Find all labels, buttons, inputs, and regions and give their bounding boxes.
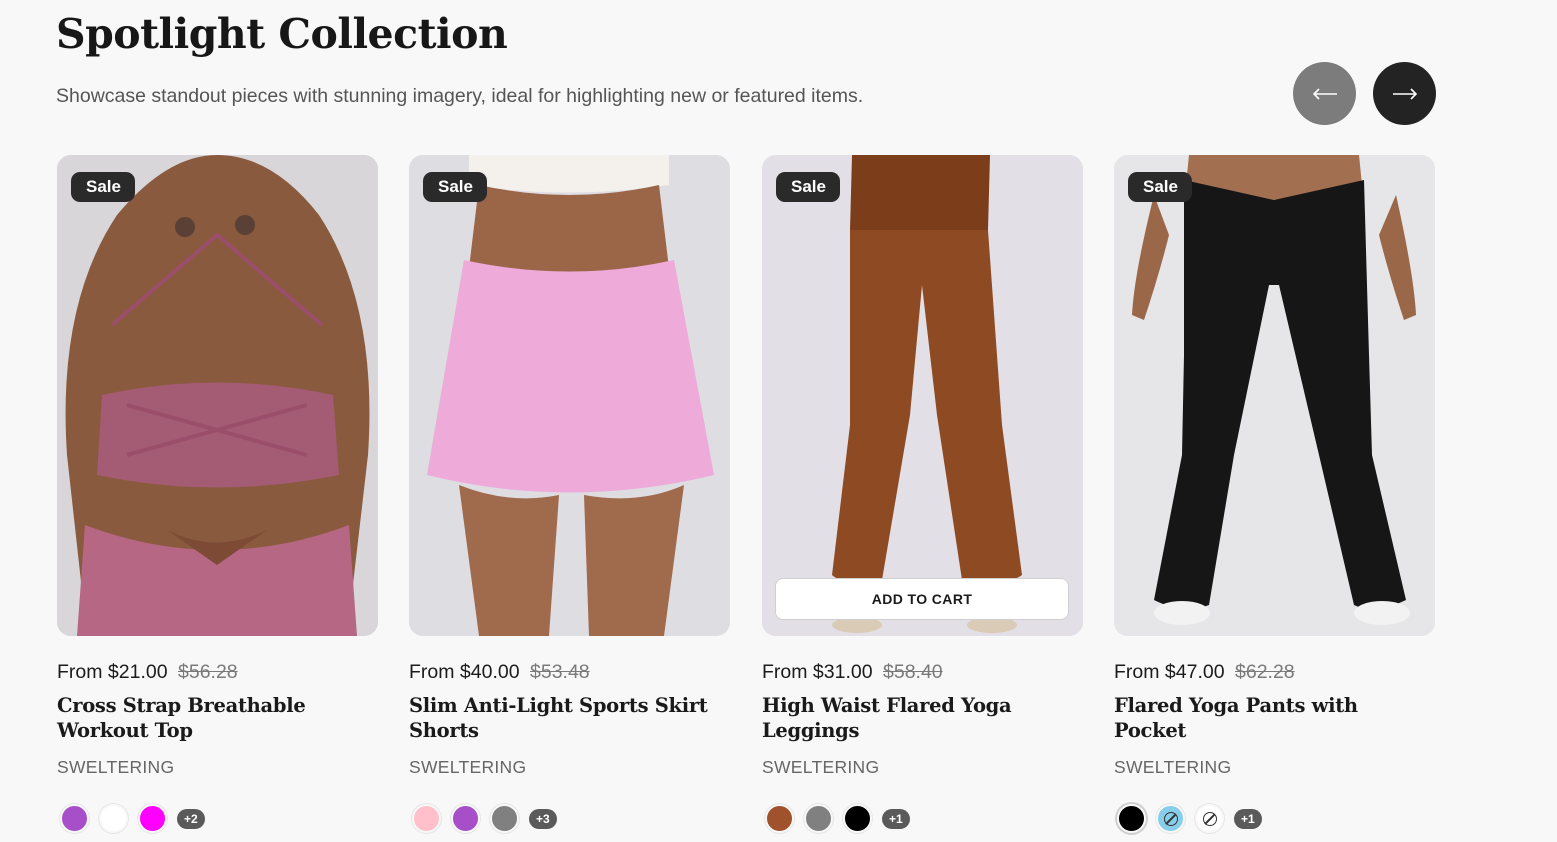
product-vendor: SWELTERING bbox=[409, 757, 527, 777]
section-title: Spotlight Collection bbox=[56, 10, 508, 58]
color-swatch[interactable] bbox=[1156, 804, 1185, 833]
color-swatch[interactable] bbox=[1195, 804, 1224, 833]
sale-badge: Sale bbox=[423, 172, 487, 202]
color-swatches: +1 bbox=[762, 804, 1083, 833]
product-card[interactable]: Sale From $40.00 $53.48 Slim Anti-Light … bbox=[409, 155, 730, 833]
sale-badge: Sale bbox=[71, 172, 135, 202]
color-swatches: +2 bbox=[57, 804, 378, 833]
product-card[interactable]: Sale From $47.00 $62.28 Flared Yoga Pant… bbox=[1114, 155, 1435, 833]
product-title[interactable]: Cross Strap Breathable Workout Top bbox=[57, 693, 378, 743]
product-vendor: SWELTERING bbox=[762, 757, 880, 777]
product-card[interactable]: Sale ADD TO CART From $31.00 $58.40 High… bbox=[762, 155, 1083, 833]
more-colors-badge[interactable]: +2 bbox=[177, 808, 205, 829]
compare-price: $58.40 bbox=[883, 661, 943, 683]
yoga-pants-photo bbox=[1114, 155, 1435, 636]
color-swatches: +3 bbox=[409, 804, 730, 833]
color-swatch[interactable] bbox=[765, 804, 794, 833]
color-swatch[interactable] bbox=[99, 804, 128, 833]
sale-price: $31.00 bbox=[812, 661, 873, 683]
product-title[interactable]: High Waist Flared Yoga Leggings bbox=[762, 693, 1083, 743]
product-price: From $47.00 $62.28 bbox=[1114, 661, 1435, 684]
price-prefix: From bbox=[57, 661, 103, 683]
price-prefix: From bbox=[409, 661, 455, 683]
sale-badge: Sale bbox=[1128, 172, 1192, 202]
skirt-shorts-photo bbox=[409, 155, 730, 636]
add-to-cart-button[interactable]: ADD TO CART bbox=[775, 578, 1069, 620]
price-prefix: From bbox=[1114, 661, 1160, 683]
product-price: From $40.00 $53.48 bbox=[409, 661, 730, 684]
color-swatch[interactable] bbox=[60, 804, 89, 833]
color-swatch[interactable] bbox=[490, 804, 519, 833]
carousel-prev-button[interactable] bbox=[1293, 62, 1356, 125]
color-swatch[interactable] bbox=[138, 804, 167, 833]
product-vendor: SWELTERING bbox=[57, 757, 175, 777]
sale-price: $40.00 bbox=[459, 661, 520, 683]
product-price: From $31.00 $58.40 bbox=[762, 661, 1083, 684]
product-vendor: SWELTERING bbox=[1114, 757, 1232, 777]
compare-price: $56.28 bbox=[178, 661, 238, 683]
leggings-photo bbox=[762, 155, 1083, 636]
compare-price: $53.48 bbox=[530, 661, 590, 683]
price-prefix: From bbox=[762, 661, 808, 683]
color-swatch[interactable] bbox=[843, 804, 872, 833]
workout-top-photo bbox=[57, 155, 378, 636]
more-colors-badge[interactable]: +3 bbox=[529, 808, 557, 829]
section-subtitle: Showcase standout pieces with stunning i… bbox=[56, 85, 864, 107]
product-image[interactable]: Sale ADD TO CART bbox=[762, 155, 1083, 636]
product-title[interactable]: Slim Anti-Light Sports Skirt Shorts bbox=[409, 693, 730, 743]
compare-price: $62.28 bbox=[1235, 661, 1295, 683]
more-colors-badge[interactable]: +1 bbox=[882, 808, 910, 829]
product-image[interactable]: Sale bbox=[1114, 155, 1435, 636]
arrow-right-icon bbox=[1392, 87, 1417, 100]
sale-price: $47.00 bbox=[1164, 661, 1225, 683]
product-image[interactable]: Sale bbox=[409, 155, 730, 636]
unavailable-icon bbox=[1163, 811, 1178, 826]
color-swatch[interactable] bbox=[1117, 804, 1146, 833]
product-title[interactable]: Flared Yoga Pants with Pocket bbox=[1114, 693, 1435, 743]
sale-badge: Sale bbox=[776, 172, 840, 202]
carousel-next-button[interactable] bbox=[1373, 62, 1436, 125]
product-image[interactable]: Sale bbox=[57, 155, 378, 636]
color-swatch[interactable] bbox=[451, 804, 480, 833]
color-swatch[interactable] bbox=[804, 804, 833, 833]
product-price: From $21.00 $56.28 bbox=[57, 661, 378, 684]
color-swatch[interactable] bbox=[412, 804, 441, 833]
product-card[interactable]: Sale From $21.00 $56.28 Cross Strap Brea… bbox=[57, 155, 378, 833]
unavailable-icon bbox=[1202, 811, 1217, 826]
arrow-left-icon bbox=[1312, 87, 1337, 100]
sale-price: $21.00 bbox=[107, 661, 168, 683]
more-colors-badge[interactable]: +1 bbox=[1234, 808, 1262, 829]
color-swatches: +1 bbox=[1114, 804, 1435, 833]
